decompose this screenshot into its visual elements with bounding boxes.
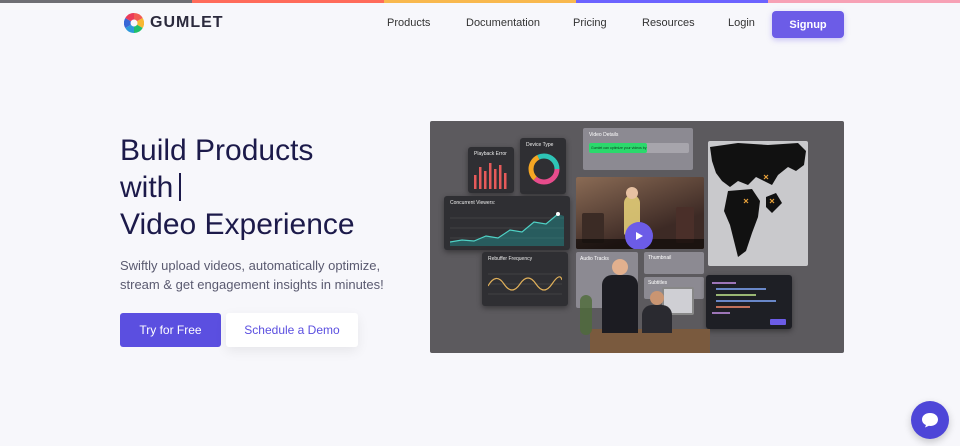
device-type-donut <box>528 153 560 185</box>
rebuffer-frequency-card: Rebuffer Frequency <box>482 252 568 306</box>
world-map-shape <box>710 143 806 257</box>
try-for-free-button[interactable]: Try for Free <box>120 313 221 347</box>
play-icon <box>636 232 643 240</box>
chat-icon <box>922 413 938 428</box>
play-button[interactable] <box>625 222 653 249</box>
nav-login[interactable]: Login <box>728 17 755 29</box>
brand-name: GUMLET <box>150 14 224 31</box>
rebuffer-frequency-chart <box>488 273 562 295</box>
hero-subtitle: Swiftly upload videos, automatically opt… <box>120 258 384 292</box>
device-type-card: Device Type <box>520 138 566 194</box>
presenters-scene <box>580 249 720 353</box>
top-navigation: GUMLET Products Documentation Pricing Re… <box>0 3 960 47</box>
video-player[interactable] <box>576 177 704 249</box>
video-details-notice: Gumlet can optimize your videos by 80% <box>589 143 647 153</box>
nav-products[interactable]: Products <box>387 17 430 29</box>
nav-resources[interactable]: Resources <box>642 17 695 29</box>
schedule-demo-button[interactable]: Schedule a Demo <box>226 313 358 347</box>
hero-title-line1: Build Products <box>120 134 314 167</box>
video-details-card: Video Details Gumlet can optimize your v… <box>583 128 693 170</box>
nav-documentation[interactable]: Documentation <box>466 17 540 29</box>
chat-widget-button[interactable] <box>911 401 949 439</box>
gumlet-logo-icon <box>124 13 144 33</box>
product-showcase: Playback Error Device Type Video Details… <box>430 121 844 353</box>
hero-title-line2: with <box>120 171 174 204</box>
signup-button[interactable]: Signup <box>772 11 844 38</box>
concurrent-viewers-chart <box>450 212 564 246</box>
playback-error-bars <box>474 163 507 189</box>
playback-error-card: Playback Error <box>468 147 514 193</box>
brand-logo[interactable]: GUMLET <box>124 13 224 33</box>
typing-caret <box>179 173 182 201</box>
concurrent-viewers-card: Concurrent Viewers: <box>444 196 570 250</box>
hero-title-line3: Video Experience <box>120 208 355 241</box>
world-map-card <box>708 141 808 266</box>
nav-pricing[interactable]: Pricing <box>573 17 607 29</box>
hero-title: Build Products with Video Experience <box>120 132 355 243</box>
